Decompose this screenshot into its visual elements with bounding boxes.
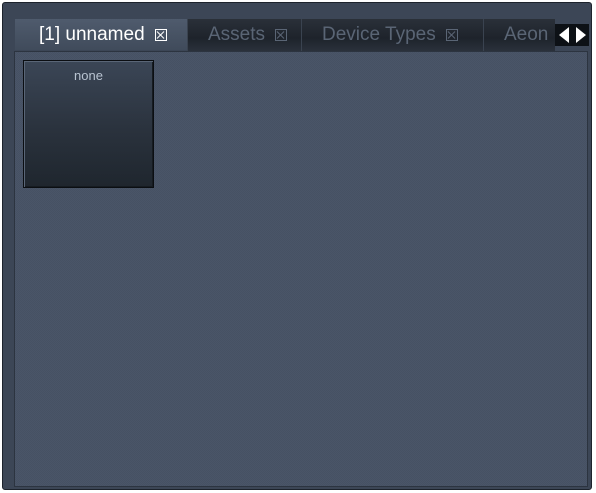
device-slot-button[interactable]: none	[23, 60, 154, 188]
close-icon[interactable]	[445, 29, 458, 41]
device-slot-label: none	[74, 68, 103, 83]
tab-bar: [1] unnamed Assets Device Types Aeon	[15, 19, 589, 51]
tab-assets[interactable]: Assets	[187, 19, 301, 51]
tab-label: Device Types	[322, 24, 436, 45]
tab-label: [1] unnamed	[39, 23, 145, 45]
tab-unnamed[interactable]: [1] unnamed	[15, 19, 187, 51]
close-icon[interactable]	[154, 28, 167, 41]
triangle-left-icon	[558, 27, 569, 43]
tab-label: Assets	[208, 24, 266, 45]
close-icon[interactable]	[275, 29, 288, 41]
triangle-right-icon	[575, 27, 586, 43]
tab-label: Aeon	[504, 24, 549, 45]
tab-scroll-left-button[interactable]	[555, 24, 572, 46]
tab-aeon[interactable]: Aeon	[483, 19, 555, 51]
device-panel-window: [1] unnamed Assets Device Types Aeon non…	[2, 2, 592, 490]
tab-device-types[interactable]: Device Types	[301, 19, 483, 51]
tab-scroll-right-button[interactable]	[572, 24, 589, 46]
tab-content-area: none	[14, 51, 588, 487]
